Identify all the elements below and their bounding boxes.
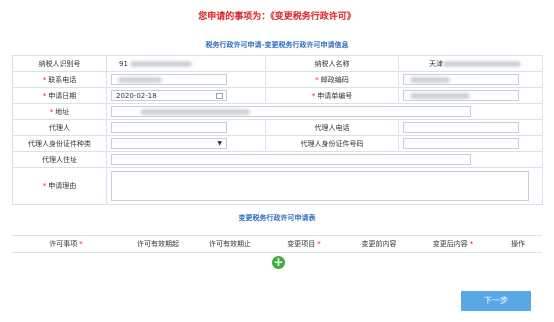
phone-label: * 联系电话 [12,71,107,88]
agent-phone-label: 代理人电话 [265,119,399,136]
agent-phone-input[interactable] [403,122,519,133]
calendar-icon[interactable] [216,93,223,99]
section-title-apply: 变更税务行政许可申请表 [238,214,316,222]
apply-date-input[interactable]: 2020-02-18 [111,90,227,101]
form-row-reason: * 申请理由 [12,167,543,205]
plus-circle-icon: + [273,255,284,269]
table-header-row: 许可事项 * 许可有效期起 许可有效期止 变更项目 * 变更前内容 变更后内容 * 操作 [12,235,542,253]
taxpayer-name-value: 天津 [398,55,543,72]
agent-input[interactable] [111,122,227,133]
address-input[interactable] [111,106,471,117]
postcode-label: * 邮政编码 [265,71,399,88]
agent-id-no-input[interactable] [403,138,519,149]
section-title-info: 税务行政许可申请-变更税务行政许可申请信息 [205,41,349,49]
apply-date-label: * 申请日期 [12,87,107,104]
form-row-agent-address: 代理人住址 [12,151,543,168]
redacted-text [130,60,193,67]
taxpayer-name-label: 纳税人名称 [265,55,399,72]
table-header-cell: 变更项目 * [266,235,344,253]
agent-id-type-label: 代理人身份证件种类 [12,135,107,152]
form-row-taxpayer: 纳税人识别号 91 纳税人名称 天津 [12,55,543,72]
phone-input[interactable] [111,74,227,85]
form-row-contact: * 联系电话 * 邮政编码 [12,71,543,88]
table-header-cell: 许可有效期起 [122,235,194,253]
agent-id-type-select[interactable]: ▼ [111,138,227,149]
postcode-input[interactable] [403,74,519,85]
form-row-date: * 申请日期 2020-02-18 * 申请单编号 [12,87,543,104]
reason-label: * 申请理由 [12,167,107,205]
table-header-cell: 变更后内容 * [414,235,494,253]
table-header-cell: 变更前内容 [344,235,414,253]
application-form: 纳税人识别号 91 纳税人名称 天津 * 联系电话 * 邮政编码 * 申请日期 202… [12,55,543,205]
form-row-agent: 代理人 代理人电话 [12,119,543,136]
agent-label: 代理人 [12,119,107,136]
redacted-text [443,60,521,67]
agent-address-input[interactable] [111,154,471,165]
agent-address-label: 代理人住址 [12,151,107,168]
reason-textarea[interactable] [111,171,529,201]
table-header-cell: 操作 [494,235,542,253]
chevron-down-icon: ▼ [217,140,222,147]
next-button[interactable]: 下一步 [461,291,531,311]
apply-no-label: * 申请单编号 [265,87,399,104]
address-label: * 地址 [12,103,107,120]
taxpayer-id-label: 纳税人识别号 [12,55,107,72]
table-header-cell: 许可有效期止 [194,235,266,253]
add-row-button[interactable]: + [272,256,285,269]
table-header-cell: 许可事项 * [12,235,122,253]
form-row-address: * 地址 [12,103,543,120]
taxpayer-id-value: 91 [106,55,266,72]
change-apply-table: 许可事项 * 许可有效期起 许可有效期止 变更项目 * 变更前内容 变更后内容 * 操作 [12,235,542,253]
agent-id-no-label: 代理人身份证件号码 [265,135,399,152]
form-row-agent-id: 代理人身份证件种类 ▼ 代理人身份证件号码 [12,135,543,152]
apply-no-input[interactable] [403,90,519,101]
page-title: 您申请的事项为：《变更税务行政许可》 [198,12,356,22]
